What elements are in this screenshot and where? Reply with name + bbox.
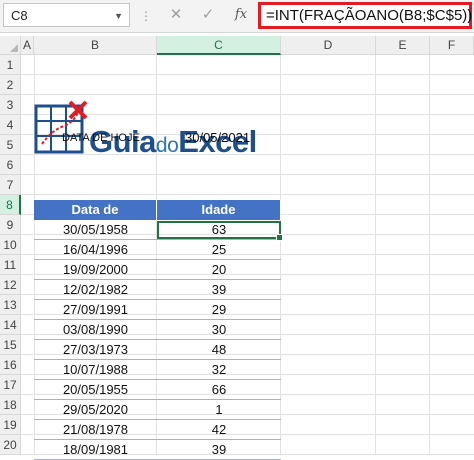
age-cell[interactable]: 39	[157, 280, 281, 300]
row-gridline	[21, 94, 474, 95]
row-header-4[interactable]: 4	[0, 115, 21, 135]
column-header-c[interactable]: C	[157, 36, 281, 55]
name-box-value: C8	[11, 8, 28, 23]
age-cell[interactable]: 39	[157, 440, 281, 460]
row-header-2[interactable]: 2	[0, 75, 21, 95]
birthdate-cell[interactable]: 30/05/1958	[34, 220, 157, 240]
row-header-17[interactable]: 17	[0, 375, 21, 395]
birthdate-cell[interactable]: 16/04/1996	[34, 240, 157, 260]
insert-function-icon[interactable]: fx	[229, 4, 253, 26]
birthdate-cell[interactable]: 18/09/1981	[34, 440, 157, 460]
birthdate-cell[interactable]: 19/09/2000	[34, 260, 157, 280]
birthdate-cell[interactable]: 27/03/1973	[34, 340, 157, 360]
age-cell[interactable]: 42	[157, 420, 281, 440]
date-today-label[interactable]: DATA DE HOJE	[62, 132, 140, 144]
column-header-d[interactable]: D	[281, 36, 376, 55]
row-header-5[interactable]: 5	[0, 135, 21, 155]
birthdate-cell[interactable]: 21/08/1978	[34, 420, 157, 440]
row-header-14[interactable]: 14	[0, 315, 21, 335]
formula-input[interactable]: =INT(FRAÇÃOANO(B8;$C$5))	[258, 2, 472, 29]
cancel-icon[interactable]: ✕	[164, 4, 188, 26]
logo-text-do: do	[155, 134, 179, 157]
age-cell[interactable]: 20	[157, 260, 281, 280]
date-today-value[interactable]: 30/05/2021	[185, 130, 250, 145]
age-cell[interactable]: 25	[157, 240, 281, 260]
age-cell[interactable]: 48	[157, 340, 281, 360]
row-header-15[interactable]: 15	[0, 335, 21, 355]
age-cell[interactable]: 32	[157, 360, 281, 380]
select-all-button[interactable]	[0, 36, 21, 55]
birthdate-cell[interactable]: 20/05/1955	[34, 380, 157, 400]
enter-icon[interactable]: ✓	[196, 4, 220, 26]
spreadsheet-logo-icon	[34, 100, 88, 154]
formula-text: =INT(FRAÇÃOANO(B8;$C$5))	[266, 7, 473, 24]
column-header-e[interactable]: E	[376, 36, 430, 55]
age-cell[interactable]: 29	[157, 300, 281, 320]
row-header-16[interactable]: 16	[0, 355, 21, 375]
row-header-3[interactable]: 3	[0, 95, 21, 115]
formula-bar-grip-icon[interactable]: ⋮	[140, 9, 152, 23]
row-header-13[interactable]: 13	[0, 295, 21, 315]
birthdate-cell[interactable]: 29/05/2020	[34, 400, 157, 420]
row-header-11[interactable]: 11	[0, 255, 21, 275]
column-header-a[interactable]: A	[21, 36, 34, 55]
birthdate-cell[interactable]: 27/09/1991	[34, 300, 157, 320]
formula-bar-area: C8 ▼ ⋮ ✕ ✓ fx =INT(FRAÇÃOANO(B8;$C$5))	[0, 0, 474, 33]
row-header-18[interactable]: 18	[0, 395, 21, 415]
column-gridline	[429, 55, 430, 455]
chevron-down-icon[interactable]: ▼	[114, 11, 123, 21]
table-header-birthdate[interactable]: Data de nascimento	[34, 200, 157, 237]
row-header-12[interactable]: 12	[0, 275, 21, 295]
guia-do-excel-logo: GuiadoExcel	[34, 100, 257, 161]
age-cell[interactable]: 30	[157, 320, 281, 340]
column-header-f[interactable]: F	[430, 36, 474, 55]
row-gridline	[21, 74, 474, 75]
column-header-b[interactable]: B	[34, 36, 157, 55]
row-header-20[interactable]: 20	[0, 435, 21, 455]
age-cell[interactable]: 1	[157, 400, 281, 420]
birthdate-cell[interactable]: 12/02/1982	[34, 280, 157, 300]
table-header-age[interactable]: Idade	[157, 200, 281, 220]
age-cell[interactable]: 66	[157, 380, 281, 400]
row-header-7[interactable]: 7	[0, 175, 21, 195]
row-header-1[interactable]: 1	[0, 55, 21, 75]
birthdate-cell[interactable]: 03/08/1990	[34, 320, 157, 340]
row-header-6[interactable]: 6	[0, 155, 21, 175]
column-gridline	[375, 55, 376, 455]
row-gridline	[21, 194, 474, 195]
row-header-19[interactable]: 19	[0, 415, 21, 435]
birthdate-cell[interactable]: 10/07/1988	[34, 360, 157, 380]
row-header-10[interactable]: 10	[0, 235, 21, 255]
name-box[interactable]: C8 ▼	[3, 3, 130, 27]
active-cell-selection[interactable]	[157, 221, 283, 241]
row-header-9[interactable]: 9	[0, 215, 21, 235]
row-header-8[interactable]: 8	[0, 195, 21, 215]
row-gridline	[21, 174, 474, 175]
